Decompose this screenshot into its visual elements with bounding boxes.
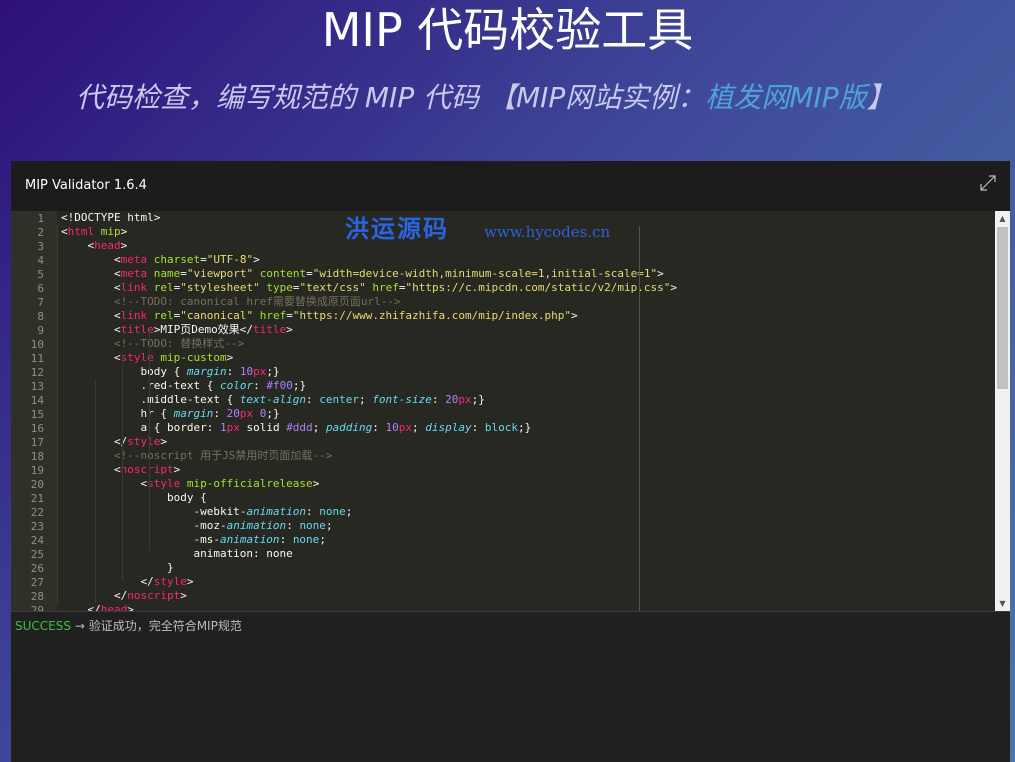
subtitle-text: 代码检查，编写规范的 MIP 代码 【MIP网站实例： xyxy=(76,81,706,114)
code-line[interactable]: <!--noscript 用于JS禁用时页面加载--> xyxy=(61,449,996,463)
scroll-up-arrow-icon[interactable]: ▲ xyxy=(995,211,1010,226)
code-area[interactable]: <!DOCTYPE html> <html mip> <head> <meta c… xyxy=(57,211,996,611)
line-number: 27 xyxy=(30,576,44,589)
code-line[interactable]: -ms-animation: none; xyxy=(61,533,996,547)
code-line[interactable]: <noscript> xyxy=(61,463,996,477)
example-site-link[interactable]: 植发网MIP版 xyxy=(705,81,866,114)
indent-guide xyxy=(149,329,150,551)
code-line[interactable]: <style mip-officialrelease> xyxy=(61,477,996,491)
line-number: 25 xyxy=(30,548,44,561)
code-line[interactable]: <meta name="viewport" content="width=dev… xyxy=(61,267,996,281)
line-number: 4 xyxy=(37,254,44,267)
code-line[interactable]: animation: none xyxy=(61,547,996,561)
line-number: 5 xyxy=(37,268,44,281)
indent-guide xyxy=(57,225,58,603)
panel-divider xyxy=(11,611,1010,612)
line-number: 23 xyxy=(30,520,44,533)
line-number: 9 xyxy=(37,324,44,337)
code-line[interactable]: <meta charset="UTF-8"> xyxy=(61,253,996,267)
code-line[interactable]: <style mip-custom> xyxy=(61,351,996,365)
panel-title: MIP Validator 1.6.4 xyxy=(25,178,147,193)
page-title: MIP 代码校验工具 xyxy=(321,3,694,57)
expand-icon[interactable] xyxy=(980,175,996,191)
line-number: 12 xyxy=(30,366,44,379)
code-line[interactable]: body { xyxy=(61,491,996,505)
line-number: 6 xyxy=(37,282,44,295)
line-number: 19 xyxy=(30,464,44,477)
code-editor[interactable]: 1 2 3 4 5 6 7 8 9 10 11 12 13 14 15 16 17 18 19 20 21 22 23 24 2… xyxy=(11,211,1010,611)
code-line[interactable]: <link rel="stylesheet" type="text/css" h… xyxy=(61,281,996,295)
line-number: 24 xyxy=(30,534,44,547)
code-line[interactable]: a { border: 1px solid #ddd; padding: 10p… xyxy=(61,421,996,435)
line-number: 15 xyxy=(30,408,44,421)
editor-scrollbar[interactable]: ▲ ▼ xyxy=(995,211,1010,611)
code-line[interactable]: <link rel="canonical" href="https://www.… xyxy=(61,309,996,323)
code-line[interactable]: hr { margin: 20px 0;} xyxy=(61,407,996,421)
code-line[interactable]: <html mip> xyxy=(61,225,996,239)
line-number: 3 xyxy=(37,240,44,253)
code-line[interactable]: -moz-animation: none; xyxy=(61,519,996,533)
line-number: 2 xyxy=(37,226,44,239)
line-number: 11 xyxy=(30,352,44,365)
line-number: 10 xyxy=(30,338,44,351)
code-line[interactable]: body { margin: 10px;} xyxy=(61,365,996,379)
indent-guide xyxy=(122,353,123,581)
code-line[interactable]: <!--TODO: 替换样式--> xyxy=(61,337,996,351)
code-line[interactable]: </style> xyxy=(61,575,996,589)
validation-console: SUCCESS → 验证成功，完全符合MIP规范 xyxy=(15,618,242,634)
code-line[interactable]: <!--TODO: canonical href需要替换成原页面url--> xyxy=(61,295,996,309)
status-text: SUCCESS xyxy=(15,619,71,633)
scroll-down-arrow-icon[interactable]: ▼ xyxy=(995,596,1010,611)
code-line[interactable]: <head> xyxy=(61,239,996,253)
arrow-icon: → xyxy=(74,619,85,633)
page-subtitle: 代码检查，编写规范的 MIP 代码 【MIP网站实例：植发网MIP版】 xyxy=(76,79,895,117)
code-line[interactable]: </style> xyxy=(61,435,996,449)
panel-header: MIP Validator 1.6.4 xyxy=(11,161,1010,211)
line-number: 1 xyxy=(37,212,44,225)
line-number: 22 xyxy=(30,506,44,519)
code-line[interactable]: </head> xyxy=(61,603,996,611)
line-number-gutter: 1 2 3 4 5 6 7 8 9 10 11 12 13 14 15 16 17 18 19 20 21 22 23 24 2… xyxy=(11,211,57,611)
line-number: 28 xyxy=(30,590,44,603)
code-line[interactable]: .red-text { color: #f00;} xyxy=(61,379,996,393)
code-line[interactable]: -webkit-animation: none; xyxy=(61,505,996,519)
scrollbar-thumb[interactable] xyxy=(997,227,1008,389)
line-number: 18 xyxy=(30,450,44,463)
line-number: 17 xyxy=(30,436,44,449)
line-number: 8 xyxy=(37,310,44,323)
line-number: 21 xyxy=(30,492,44,505)
validator-panel: MIP Validator 1.6.4 1 2 3 4 5 6 7 8 9 10 11 12 13 14 1… xyxy=(11,161,1010,762)
status-message: 验证成功，完全符合MIP规范 xyxy=(88,619,242,633)
subtitle-end: 】 xyxy=(866,81,895,114)
code-line[interactable]: .middle-text { text-align: center; font-… xyxy=(61,393,996,407)
code-line[interactable]: <!DOCTYPE html> xyxy=(61,211,996,225)
indent-guide xyxy=(95,379,96,603)
code-line[interactable]: </noscript> xyxy=(61,589,996,603)
print-margin xyxy=(639,226,640,611)
line-number: 26 xyxy=(30,562,44,575)
line-number: 16 xyxy=(30,422,44,435)
line-number: 13 xyxy=(30,380,44,393)
code-line[interactable]: } xyxy=(61,561,996,575)
line-number: 7 xyxy=(37,296,44,309)
line-number: 14 xyxy=(30,394,44,407)
line-number: 20 xyxy=(30,478,44,491)
line-number: 29 xyxy=(30,604,44,611)
code-line[interactable]: <title>MIP页Demo效果</title> xyxy=(61,323,996,337)
